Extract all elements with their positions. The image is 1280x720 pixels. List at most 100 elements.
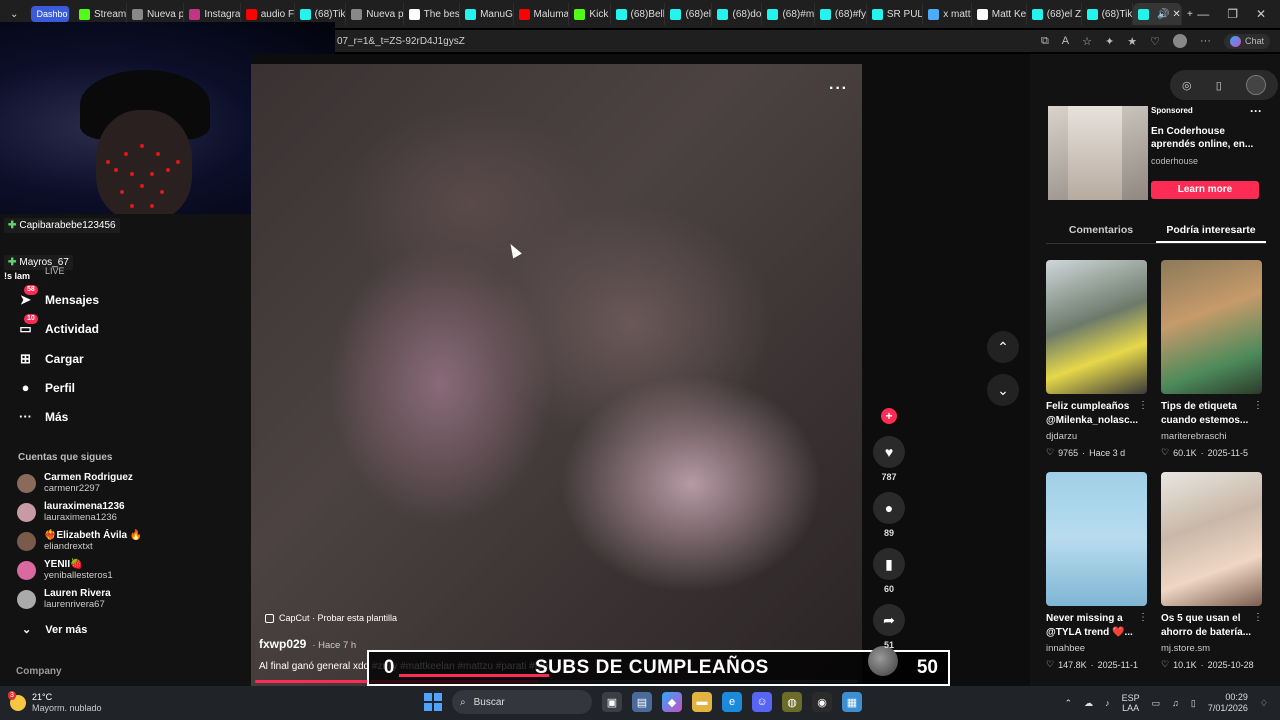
- video-player[interactable]: ··· CapCut · Probar esta plantilla fxwp0…: [251, 64, 862, 686]
- browser-tab[interactable]: (68)#fy: [815, 3, 867, 25]
- bookmark-button[interactable]: ▮: [873, 548, 905, 580]
- next-video-button[interactable]: ⌄: [987, 374, 1019, 406]
- suggested-video-card[interactable]: Os 5 que usan el ahorro de batería... ⋮ mj…: [1161, 472, 1263, 670]
- onedrive-icon[interactable]: ☁: [1084, 698, 1093, 709]
- card-author[interactable]: djdarzu: [1046, 431, 1148, 442]
- task-view-icon[interactable]: ▣: [602, 692, 622, 712]
- url-text[interactable]: 07_r=1&_t=ZS-92rD4J1gysZ: [335, 36, 465, 47]
- browser-tab[interactable]: 🔊 ✕: [1133, 3, 1183, 25]
- browser-tab[interactable]: SR PUL: [867, 3, 924, 25]
- card-title[interactable]: Never missing a @TYLA trend ❤️...: [1046, 612, 1146, 640]
- browser-tab[interactable]: (68)el: [665, 3, 713, 25]
- card-more-icon[interactable]: ⋮: [1138, 400, 1148, 411]
- tab-suggested[interactable]: Podría interesarte: [1156, 218, 1266, 243]
- edge-icon[interactable]: e: [722, 692, 742, 712]
- browser-tab[interactable]: Matt Ke: [972, 3, 1027, 25]
- tab-comments[interactable]: Comentarios: [1046, 218, 1156, 243]
- new-tab-button[interactable]: +: [1182, 3, 1197, 25]
- suggested-video-card[interactable]: Never missing a @TYLA trend ❤️... ⋮ innahb…: [1046, 472, 1148, 670]
- company-link[interactable]: Company: [16, 666, 62, 677]
- card-title[interactable]: Tips de etiqueta cuando estemos...: [1161, 400, 1261, 428]
- close-icon[interactable]: ✕: [1256, 7, 1266, 21]
- following-account[interactable]: ❤️‍🔥Elizabeth Ávila 🔥 eliandrextxt: [17, 530, 142, 552]
- obs-icon[interactable]: ◉: [812, 692, 832, 712]
- nav-item-perfil[interactable]: ● Perfil: [18, 380, 75, 395]
- following-account[interactable]: lauraximena1236 lauraximena1236: [17, 501, 125, 523]
- translate-icon[interactable]: A: [1062, 35, 1069, 47]
- video-thumbnail[interactable]: [1161, 472, 1262, 606]
- ad-thumbnail[interactable]: [1048, 106, 1148, 200]
- card-author[interactable]: mariterebraschi: [1161, 431, 1263, 442]
- browser-tab[interactable]: x matt: [923, 3, 972, 25]
- volume-icon[interactable]: ♫: [1172, 698, 1179, 708]
- copilot-app-icon[interactable]: ◆: [662, 692, 682, 712]
- app-icon[interactable]: ◍: [782, 692, 802, 712]
- nav-item-mensajes[interactable]: ➤ 58 Mensajes: [18, 285, 99, 307]
- following-account[interactable]: Carmen Rodriguez carmenr2297: [17, 472, 133, 494]
- compass-icon[interactable]: ◎: [1182, 79, 1192, 92]
- suggested-video-card[interactable]: Tips de etiqueta cuando estemos... ⋮ marit…: [1161, 260, 1263, 458]
- windows-start-icon[interactable]: [424, 693, 442, 711]
- live-label[interactable]: LIVE: [45, 266, 65, 276]
- notification-bell-icon[interactable]: ♢: [1260, 698, 1268, 709]
- mic-icon[interactable]: ♪: [1105, 698, 1110, 708]
- heart-button[interactable]: ♥: [873, 436, 905, 468]
- weather-widget[interactable]: 3 21°C Mayorm. nublado: [0, 691, 102, 714]
- browser-tab[interactable]: (68)Tik: [1082, 3, 1134, 25]
- following-account[interactable]: YENII🍓 yeniballesteros1: [17, 559, 113, 581]
- card-more-icon[interactable]: ⋮: [1138, 612, 1148, 623]
- see-more-button[interactable]: ⌄ Ver más: [22, 623, 87, 637]
- ad-more-icon[interactable]: ···: [1250, 104, 1262, 118]
- browser-tab[interactable]: (68)Bell: [611, 3, 666, 25]
- video-more-icon[interactable]: ···: [829, 80, 848, 98]
- browser-tab[interactable]: (68)el Z: [1027, 3, 1082, 25]
- minimize-icon[interactable]: —: [1197, 7, 1209, 21]
- discord-icon[interactable]: ☺: [752, 692, 772, 712]
- browser-tab[interactable]: Maluma: [514, 3, 570, 25]
- learn-more-button[interactable]: Learn more: [1151, 181, 1259, 199]
- follow-plus-button[interactable]: +: [881, 408, 897, 424]
- phone-icon[interactable]: ▯: [1216, 79, 1222, 92]
- browser-tab[interactable]: ManuG: [460, 3, 514, 25]
- nav-item-más[interactable]: ··· Más: [18, 409, 68, 424]
- browser-tab[interactable]: (68)#m: [762, 3, 815, 25]
- taskbar-search[interactable]: ⌕ Buscar: [452, 690, 592, 714]
- share-button[interactable]: ➦: [873, 604, 905, 636]
- nav-item-actividad[interactable]: ▭ 10 Actividad: [18, 314, 99, 336]
- ad-author[interactable]: coderhouse: [1151, 156, 1198, 166]
- browser-essentials-icon[interactable]: ♡: [1150, 35, 1160, 48]
- file-explorer-icon[interactable]: ▬: [692, 692, 712, 712]
- video-thumbnail[interactable]: [1046, 472, 1147, 606]
- favorites-icon[interactable]: ★: [1127, 35, 1137, 48]
- comment-button[interactable]: ●: [873, 492, 905, 524]
- browser-tab[interactable]: (68)do: [712, 3, 763, 25]
- card-title[interactable]: Os 5 que usan el ahorro de batería...: [1161, 612, 1261, 640]
- tab-group[interactable]: Dashbo: [31, 6, 70, 22]
- browser-tab[interactable]: The bes: [404, 3, 461, 25]
- card-title[interactable]: Feliz cumpleaños @Milenka_nolasc...: [1046, 400, 1146, 428]
- card-more-icon[interactable]: ⋮: [1253, 400, 1263, 411]
- video-thumbnail[interactable]: [1046, 260, 1147, 394]
- tray-chevron-icon[interactable]: ⌃: [1065, 698, 1073, 709]
- favorite-star-icon[interactable]: ☆: [1082, 35, 1092, 48]
- address-bar[interactable]: 07_r=1&_t=ZS-92rD4J1gysZ ⧉ A ☆ ✦ ★ ♡ ···…: [335, 30, 1280, 52]
- ad-title[interactable]: En Coderhouse aprendés online, en...: [1151, 125, 1261, 151]
- card-more-icon[interactable]: ⋮: [1253, 612, 1263, 623]
- capcut-template-link[interactable]: CapCut · Probar esta plantilla: [265, 613, 397, 623]
- card-author[interactable]: innahbee: [1046, 643, 1148, 654]
- suggested-video-card[interactable]: Feliz cumpleaños @Milenka_nolasc... ⋮ djda…: [1046, 260, 1148, 458]
- tab-close-icon[interactable]: 🔊 ✕: [1157, 9, 1181, 20]
- open-in-app-icon[interactable]: ⧉: [1041, 35, 1049, 48]
- browser-tab[interactable]: Kick: [569, 3, 611, 25]
- following-account[interactable]: Lauren Rivera laurenrivera67: [17, 588, 111, 610]
- app-window-icon[interactable]: ▦: [842, 692, 862, 712]
- previous-video-button[interactable]: ⌃: [987, 331, 1019, 363]
- video-thumbnail[interactable]: [1161, 260, 1262, 394]
- card-author[interactable]: mj.store.sm: [1161, 643, 1263, 654]
- copilot-chat-button[interactable]: Chat: [1223, 33, 1270, 49]
- profile-avatar[interactable]: [1245, 75, 1266, 95]
- profile-avatar-icon[interactable]: [1172, 34, 1187, 48]
- video-author[interactable]: fxwp029: [259, 637, 306, 651]
- extensions-icon[interactable]: ✦: [1105, 35, 1114, 48]
- maximize-icon[interactable]: ❐: [1227, 7, 1238, 21]
